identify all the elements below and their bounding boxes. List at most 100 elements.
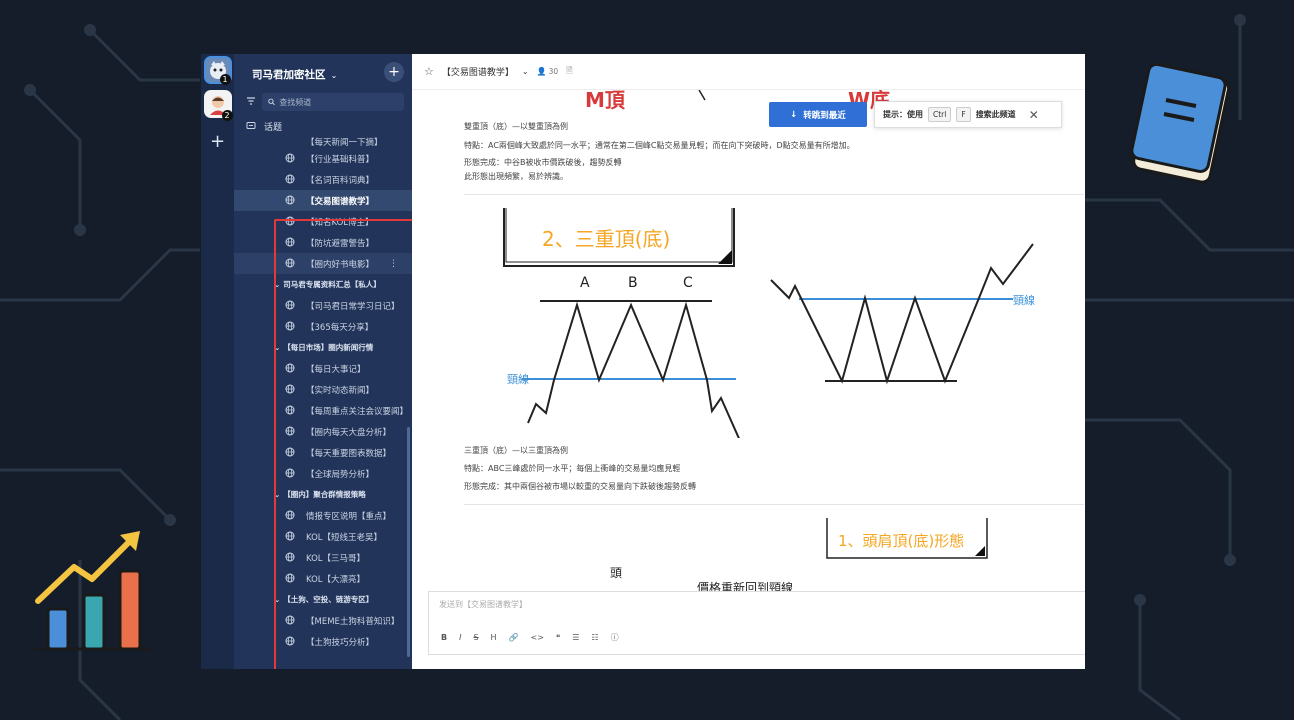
- members-icon[interactable]: 👤: [537, 67, 547, 76]
- chevron-down-icon: ⌄: [274, 595, 281, 604]
- globe-icon: [285, 363, 295, 376]
- triple-bottom-diagram: [770, 243, 1034, 385]
- more-options-icon[interactable]: ⋮: [389, 259, 398, 269]
- search-hint-tooltip: 提示：使用 Ctrl F 搜索此频道 ✕: [874, 101, 1062, 128]
- channel-label: 【名词百科词典】: [306, 175, 375, 186]
- message-content: M頂 W底 雙重頂（底）—以雙重頂為例 特點：AC兩個峰大致處於同一水平；通常在…: [412, 90, 1085, 591]
- community-name-dropdown[interactable]: 司马君加密社区 ⌄: [252, 63, 337, 82]
- book-icon: [1130, 62, 1231, 184]
- channel-item[interactable]: 【圈内好书电影】 ⋮: [234, 253, 412, 274]
- channel-item[interactable]: 【实时动态新闻】: [234, 379, 412, 400]
- search-input[interactable]: [279, 97, 398, 107]
- channel-item[interactable]: 【名词百科词典】: [234, 169, 412, 190]
- key-f: F: [956, 107, 971, 122]
- triple-top-banner: 2、三重頂(底): [542, 227, 671, 251]
- globe-icon: [285, 216, 295, 229]
- chevron-down-icon[interactable]: ⌄: [522, 67, 529, 76]
- document-icon[interactable]: 🗎: [566, 65, 572, 79]
- message-input[interactable]: [439, 600, 939, 609]
- channel-item[interactable]: 情报专区说明【重点】: [234, 505, 412, 526]
- jump-to-latest-button[interactable]: ↓ 转跳到最近: [769, 102, 867, 127]
- server-rail: 1 2 +: [201, 54, 234, 669]
- topics-item[interactable]: 话题: [234, 115, 412, 137]
- globe-icon: [285, 195, 295, 208]
- m-top-label: M頂: [585, 90, 625, 112]
- channel-item[interactable]: 【MEME土狗科普知识】: [234, 610, 412, 631]
- channel-label: 【行业基础科普】: [306, 154, 375, 165]
- channel-title[interactable]: 【交易图谱教学】: [442, 65, 514, 78]
- globe-icon: [285, 531, 295, 544]
- globe-icon: [285, 321, 295, 334]
- code-icon[interactable]: <>: [531, 633, 544, 642]
- server-avatar-1[interactable]: 1: [203, 56, 232, 85]
- channel-item[interactable]: 【交易图谱教学】: [234, 190, 412, 211]
- quote-icon[interactable]: ❝: [556, 633, 560, 642]
- star-icon[interactable]: ☆: [424, 65, 434, 78]
- italic-button[interactable]: I: [459, 633, 461, 642]
- add-channel-button[interactable]: +: [384, 62, 404, 82]
- search-box[interactable]: [262, 93, 404, 111]
- channel-label: 【MEME土狗科普知识】: [306, 616, 400, 627]
- topics-label: 话题: [264, 122, 283, 133]
- channel-item[interactable]: 【圈内每天大盘分析】: [234, 421, 412, 442]
- link-icon[interactable]: 🔗: [509, 633, 519, 642]
- heading-button[interactable]: H: [491, 633, 497, 642]
- channel-item[interactable]: 【每天重要图表数据】: [234, 442, 412, 463]
- arrow-down-icon: ↓: [790, 109, 798, 120]
- channel-label: 【土狗技巧分析】: [306, 637, 375, 648]
- channel-item[interactable]: 【行业基础科普】: [234, 148, 412, 169]
- server-badge: 2: [221, 110, 233, 121]
- channel-item-partial[interactable]: 【每天新闻一下摘】: [234, 137, 412, 148]
- info-icon[interactable]: ⓘ: [611, 632, 619, 643]
- channel-item[interactable]: 【司马君日常学习日记】: [234, 295, 412, 316]
- globe-icon: [285, 405, 295, 418]
- channel-list: 【每天新闻一下摘】 【行业基础科普】 【名词百科词典】【交易图谱教学】 【知名KOL…: [234, 137, 412, 669]
- sidebar-scrollbar[interactable]: [407, 427, 410, 657]
- close-icon[interactable]: ✕: [1029, 108, 1039, 122]
- bold-button[interactable]: B: [441, 633, 447, 642]
- channel-item[interactable]: 【土狗技巧分析】: [234, 631, 412, 652]
- channel-label: KOL【短线王老吴】: [306, 532, 383, 543]
- channel-item[interactable]: 【知名KOL博主】: [234, 211, 412, 232]
- channel-item[interactable]: 【防坑避雷警告】: [234, 232, 412, 253]
- peak-a-label: A: [580, 275, 590, 291]
- channel-label: 【圈内好书电影】: [306, 259, 375, 270]
- channel-item[interactable]: 【365每天分享】: [234, 316, 412, 337]
- globe-icon: [285, 510, 295, 523]
- channel-header: ☆ 【交易图谱教学】 ⌄ 👤 30 🗎: [412, 54, 1085, 90]
- strikethrough-button[interactable]: S: [473, 633, 478, 642]
- format-toolbar: B I S H 🔗 <> ❝ ☰ ☷ ⓘ: [441, 632, 619, 643]
- channel-item[interactable]: 【全球局势分析】: [234, 463, 412, 484]
- channel-label: 【每日大事记】: [306, 364, 366, 375]
- channel-label: 【司马君日常学习日记】: [306, 301, 400, 312]
- channel-item[interactable]: KOL【三马哥】: [234, 547, 412, 568]
- channel-item[interactable]: 【每周重点关注会议要闻】: [234, 400, 412, 421]
- channel-item[interactable]: KOL【短线王老吴】: [234, 526, 412, 547]
- filter-icon[interactable]: [246, 96, 256, 109]
- member-count: 30: [548, 67, 559, 76]
- channel-category[interactable]: ⌄ 【每日市场】圈内新闻行情: [234, 337, 412, 358]
- triple-top-complete: 形態完成：其中兩個谷被市場以較重的交易量向下跌破後趨勢反轉: [464, 482, 696, 491]
- hs-caption: 價格重新回到頸線: [697, 581, 794, 591]
- double-top-note: 此形態出現頻繁，易於辨識。: [464, 172, 568, 181]
- channel-item[interactable]: KOL【大漂亮】: [234, 568, 412, 589]
- bullet-list-icon[interactable]: ☰: [572, 633, 579, 642]
- channel-category[interactable]: ⌄ 司马君专属资料汇总【私人】: [234, 274, 412, 295]
- triple-top-title: 三重頂（底）—以三重頂為例: [464, 446, 568, 455]
- numbered-list-icon[interactable]: ☷: [591, 633, 598, 642]
- server-badge: 1: [219, 74, 231, 85]
- channel-label: 【每天新闻一下摘】: [306, 138, 383, 148]
- channel-category[interactable]: ⌄ 【圈内】聚合群情报策略: [234, 484, 412, 505]
- add-server-button[interactable]: +: [210, 132, 225, 152]
- channel-category[interactable]: ⌄ 【土狗、空投、链游专区】: [234, 589, 412, 610]
- peak-b-label: B: [628, 275, 638, 291]
- neckline-label-left: 頸線: [507, 373, 529, 386]
- globe-icon: [285, 258, 295, 271]
- growth-chart-icon: [34, 531, 150, 651]
- category-label: 【土狗、空投、链游专区】: [283, 595, 374, 604]
- server-avatar-2[interactable]: 2: [203, 90, 233, 121]
- channel-label: 【全球局势分析】: [306, 469, 375, 480]
- globe-icon: [285, 615, 295, 628]
- community-name: 司马君加密社区: [252, 68, 326, 81]
- channel-item[interactable]: 【每日大事记】: [234, 358, 412, 379]
